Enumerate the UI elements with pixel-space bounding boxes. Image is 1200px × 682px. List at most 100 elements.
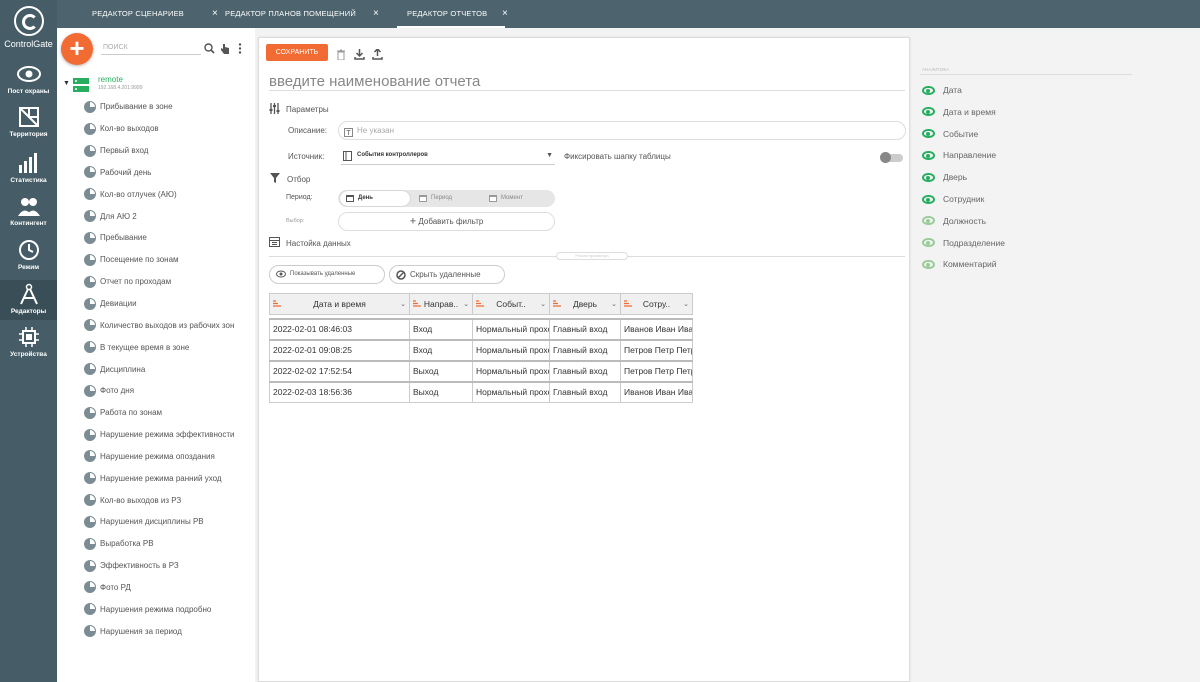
show-deleted-button[interactable]: Показывать удаленные [269, 265, 385, 284]
eye-icon[interactable] [922, 85, 935, 95]
hide-deleted-button[interactable]: Скрыть удаленные [389, 265, 505, 284]
eye-icon[interactable] [922, 172, 935, 182]
table-row[interactable]: 2022-02-02 17:52:54 Выход Нормальный прохо… [269, 359, 693, 382]
view-mode-handle[interactable]: Режим просмотра [556, 252, 628, 260]
close-icon[interactable]: × [212, 0, 218, 28]
fix-header-toggle[interactable] [880, 152, 903, 163]
table-row[interactable]: 2022-02-03 18:56:36 Выход Нормальный прохо… [269, 380, 693, 403]
tree-item-report[interactable]: Нарушения режима подробно [84, 598, 252, 620]
column-header[interactable]: Дверь ⌄ [549, 293, 621, 315]
tree-item-report[interactable]: Работа по зонам [84, 402, 252, 424]
download-icon[interactable] [354, 47, 365, 65]
description-input[interactable]: Не указан [338, 121, 906, 140]
close-icon[interactable]: × [373, 0, 379, 28]
column-toggle-item[interactable]: Дата [922, 84, 962, 96]
tree-item-report[interactable]: Прибывание в зоне [84, 96, 252, 118]
sort-lines-icon[interactable] [624, 300, 632, 308]
app-logo[interactable]: ControlGate [0, 6, 57, 49]
column-header[interactable]: Дата и время ⌄ [269, 293, 410, 315]
tree-item-report[interactable]: Девиации [84, 293, 252, 315]
rail-item-territory[interactable]: Территория [0, 106, 57, 138]
tab-floorplan-editor[interactable]: РЕДАКТОР ПЛАНОВ ПОМЕЩЕНИЙ × [225, 0, 379, 28]
rail-item-guard-post[interactable]: Пост охраны [0, 63, 57, 95]
rail-item-contingent[interactable]: Контингент [0, 195, 57, 227]
period-option-range[interactable]: Период [413, 191, 483, 206]
tree-item-report[interactable]: Нарушение режима опоздания [84, 446, 252, 468]
close-icon[interactable]: × [502, 0, 508, 28]
tree-item-report[interactable]: Кол-во выходов [84, 118, 252, 140]
tree-item-report[interactable]: Фото РД [84, 577, 252, 599]
column-toggle-item[interactable]: Сотрудник [922, 193, 984, 205]
eye-icon[interactable] [922, 150, 935, 160]
save-button[interactable]: СОХРАНИТЬ [266, 44, 328, 61]
tree-item-report[interactable]: Кол-во отлучек (АЮ) [84, 183, 252, 205]
column-toggle-item[interactable]: Событие [922, 128, 978, 140]
column-header[interactable]: Сотру.. ⌄ [620, 293, 693, 315]
column-header[interactable]: Событ.. ⌄ [472, 293, 550, 315]
eye-icon[interactable] [922, 259, 935, 269]
rail-item-editors[interactable]: Редакторы [0, 280, 57, 320]
table-row[interactable]: 2022-02-01 08:46:03 Вход Нормальный проход… [269, 317, 693, 340]
tree-item-report[interactable]: Нарушение режима ранний уход [84, 467, 252, 489]
column-toggle-item[interactable]: Дверь [922, 171, 967, 183]
tree-item-report[interactable]: Первый вход [84, 140, 252, 162]
column-toggle-item[interactable]: Должность [922, 215, 986, 227]
more-vertical-icon[interactable] [238, 41, 242, 59]
data-settings-section-header[interactable]: Настойка данных [269, 237, 351, 249]
tree-item-report[interactable]: Нарушения за период [84, 620, 252, 642]
tree-item-report[interactable]: Кол-во выходов из РЗ [84, 489, 252, 511]
sort-lines-icon[interactable] [553, 300, 561, 308]
chevron-down-icon[interactable]: ⌄ [540, 300, 546, 308]
eye-icon[interactable] [922, 107, 935, 117]
eye-icon[interactable] [922, 238, 935, 248]
search-input[interactable]: ПОИСК [101, 41, 201, 55]
column-header[interactable]: Направ.. ⌄ [409, 293, 473, 315]
tree-item-report[interactable]: Нарушения дисциплины РВ [84, 511, 252, 533]
search-icon[interactable] [204, 41, 215, 59]
sort-lines-icon[interactable] [273, 300, 281, 308]
rail-item-statistics[interactable]: Статистика [0, 152, 57, 184]
add-filter-button[interactable]: + Добавить фильтр [338, 212, 555, 231]
period-option-moment[interactable]: Момент [483, 191, 553, 206]
tab-report-editor[interactable]: РЕДАКТОР ОТЧЕТОВ × [396, 0, 508, 28]
params-section-header[interactable]: Параметры [269, 103, 329, 116]
tree-item-report[interactable]: Пребывание [84, 227, 252, 249]
rail-item-devices[interactable]: Устройства [0, 326, 57, 358]
report-title-input[interactable]: введите наименование отчета [269, 73, 905, 91]
expand-caret-icon[interactable]: ▼ [63, 80, 70, 87]
eye-icon[interactable] [922, 129, 935, 139]
tree-item-report[interactable]: В текущее время в зоне [84, 336, 252, 358]
sort-lines-icon[interactable] [413, 300, 421, 308]
column-toggle-item[interactable]: Подразделение [922, 237, 1005, 249]
tree-root-node[interactable]: ▼ remote 192.168.4.201:9999 [61, 75, 251, 95]
chevron-down-icon[interactable]: ⌄ [400, 300, 406, 308]
chevron-down-icon[interactable]: ⌄ [683, 300, 689, 308]
eye-icon[interactable] [922, 194, 935, 204]
tree-item-report[interactable]: Для АЮ 2 [84, 205, 252, 227]
tree-item-report[interactable]: Рабочий день [84, 162, 252, 184]
tree-item-report[interactable]: Количество выходов из рабочих зон [84, 314, 252, 336]
period-option-day[interactable]: День [340, 191, 410, 206]
tree-item-report[interactable]: Эффективность в РЗ [84, 555, 252, 577]
rail-item-mode[interactable]: Режим [0, 239, 57, 271]
tree-item-report[interactable]: Фото дня [84, 380, 252, 402]
chevron-down-icon[interactable]: ⌄ [611, 300, 617, 308]
tree-item-report[interactable]: Отчет по проходам [84, 271, 252, 293]
column-toggle-item[interactable]: Дата и время [922, 106, 996, 118]
chevron-down-icon[interactable]: ⌄ [463, 300, 469, 308]
column-toggle-item[interactable]: Направление [922, 149, 996, 161]
tab-scenario-editor[interactable]: РЕДАКТОР СЦЕНАРИЕВ × [92, 0, 218, 28]
eye-icon[interactable] [922, 216, 935, 226]
tree-item-report[interactable]: Выработка РВ [84, 533, 252, 555]
table-row[interactable]: 2022-02-01 09:08:25 Вход Нормальный проход… [269, 338, 693, 361]
add-button[interactable]: + [61, 33, 93, 65]
column-toggle-item[interactable]: Комментарий [922, 258, 997, 270]
tree-item-report[interactable]: Нарушение режима эффективности [84, 424, 252, 446]
tree-item-report[interactable]: Посещение по зонам [84, 249, 252, 271]
tree-item-report[interactable]: Дисциплина [84, 358, 252, 380]
sort-lines-icon[interactable] [476, 300, 484, 308]
upload-icon[interactable] [372, 47, 383, 65]
trash-icon[interactable] [336, 47, 346, 65]
source-select[interactable]: События контроллеров ▼ [341, 146, 555, 165]
filter-section-header[interactable]: Отбор [270, 173, 310, 185]
